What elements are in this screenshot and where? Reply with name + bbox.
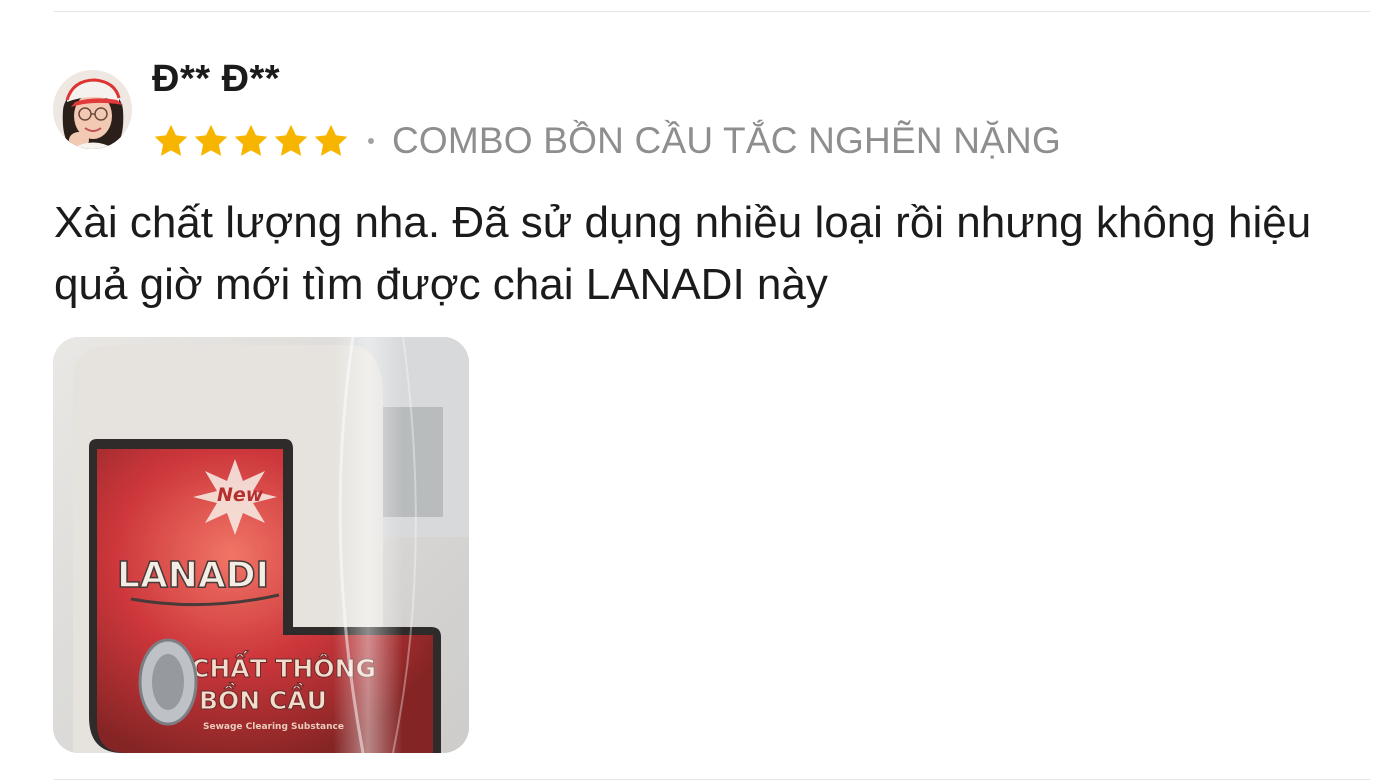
- review-card: Đ** Đ** COMBO BỒN CẦU TẮC NGHẼN NẶNG Xài…: [0, 0, 1400, 781]
- star-icon: [194, 124, 228, 156]
- reviewer-avatar[interactable]: [53, 70, 132, 149]
- bottom-divider: [54, 779, 1370, 780]
- rating-row: COMBO BỒN CẦU TẮC NGHẼN NẶNG: [152, 118, 1061, 164]
- star-rating: [152, 122, 350, 160]
- star-icon: [154, 124, 188, 156]
- review-text: Xài chất lượng nha. Đã sử dụng nhiều loạ…: [54, 198, 1312, 309]
- top-divider: [54, 11, 1370, 12]
- review-photo[interactable]: New LANADI CHẤT THÔNG BỒN CẦU Sewage Cle…: [53, 337, 469, 753]
- star-icon: [314, 124, 348, 156]
- star-icon: [234, 124, 268, 156]
- star-icon: [274, 124, 308, 156]
- product-variant: COMBO BỒN CẦU TẮC NGHẼN NẶNG: [392, 120, 1061, 161]
- reviewer-name: Đ** Đ**: [152, 58, 281, 100]
- separator-dot: [368, 138, 374, 144]
